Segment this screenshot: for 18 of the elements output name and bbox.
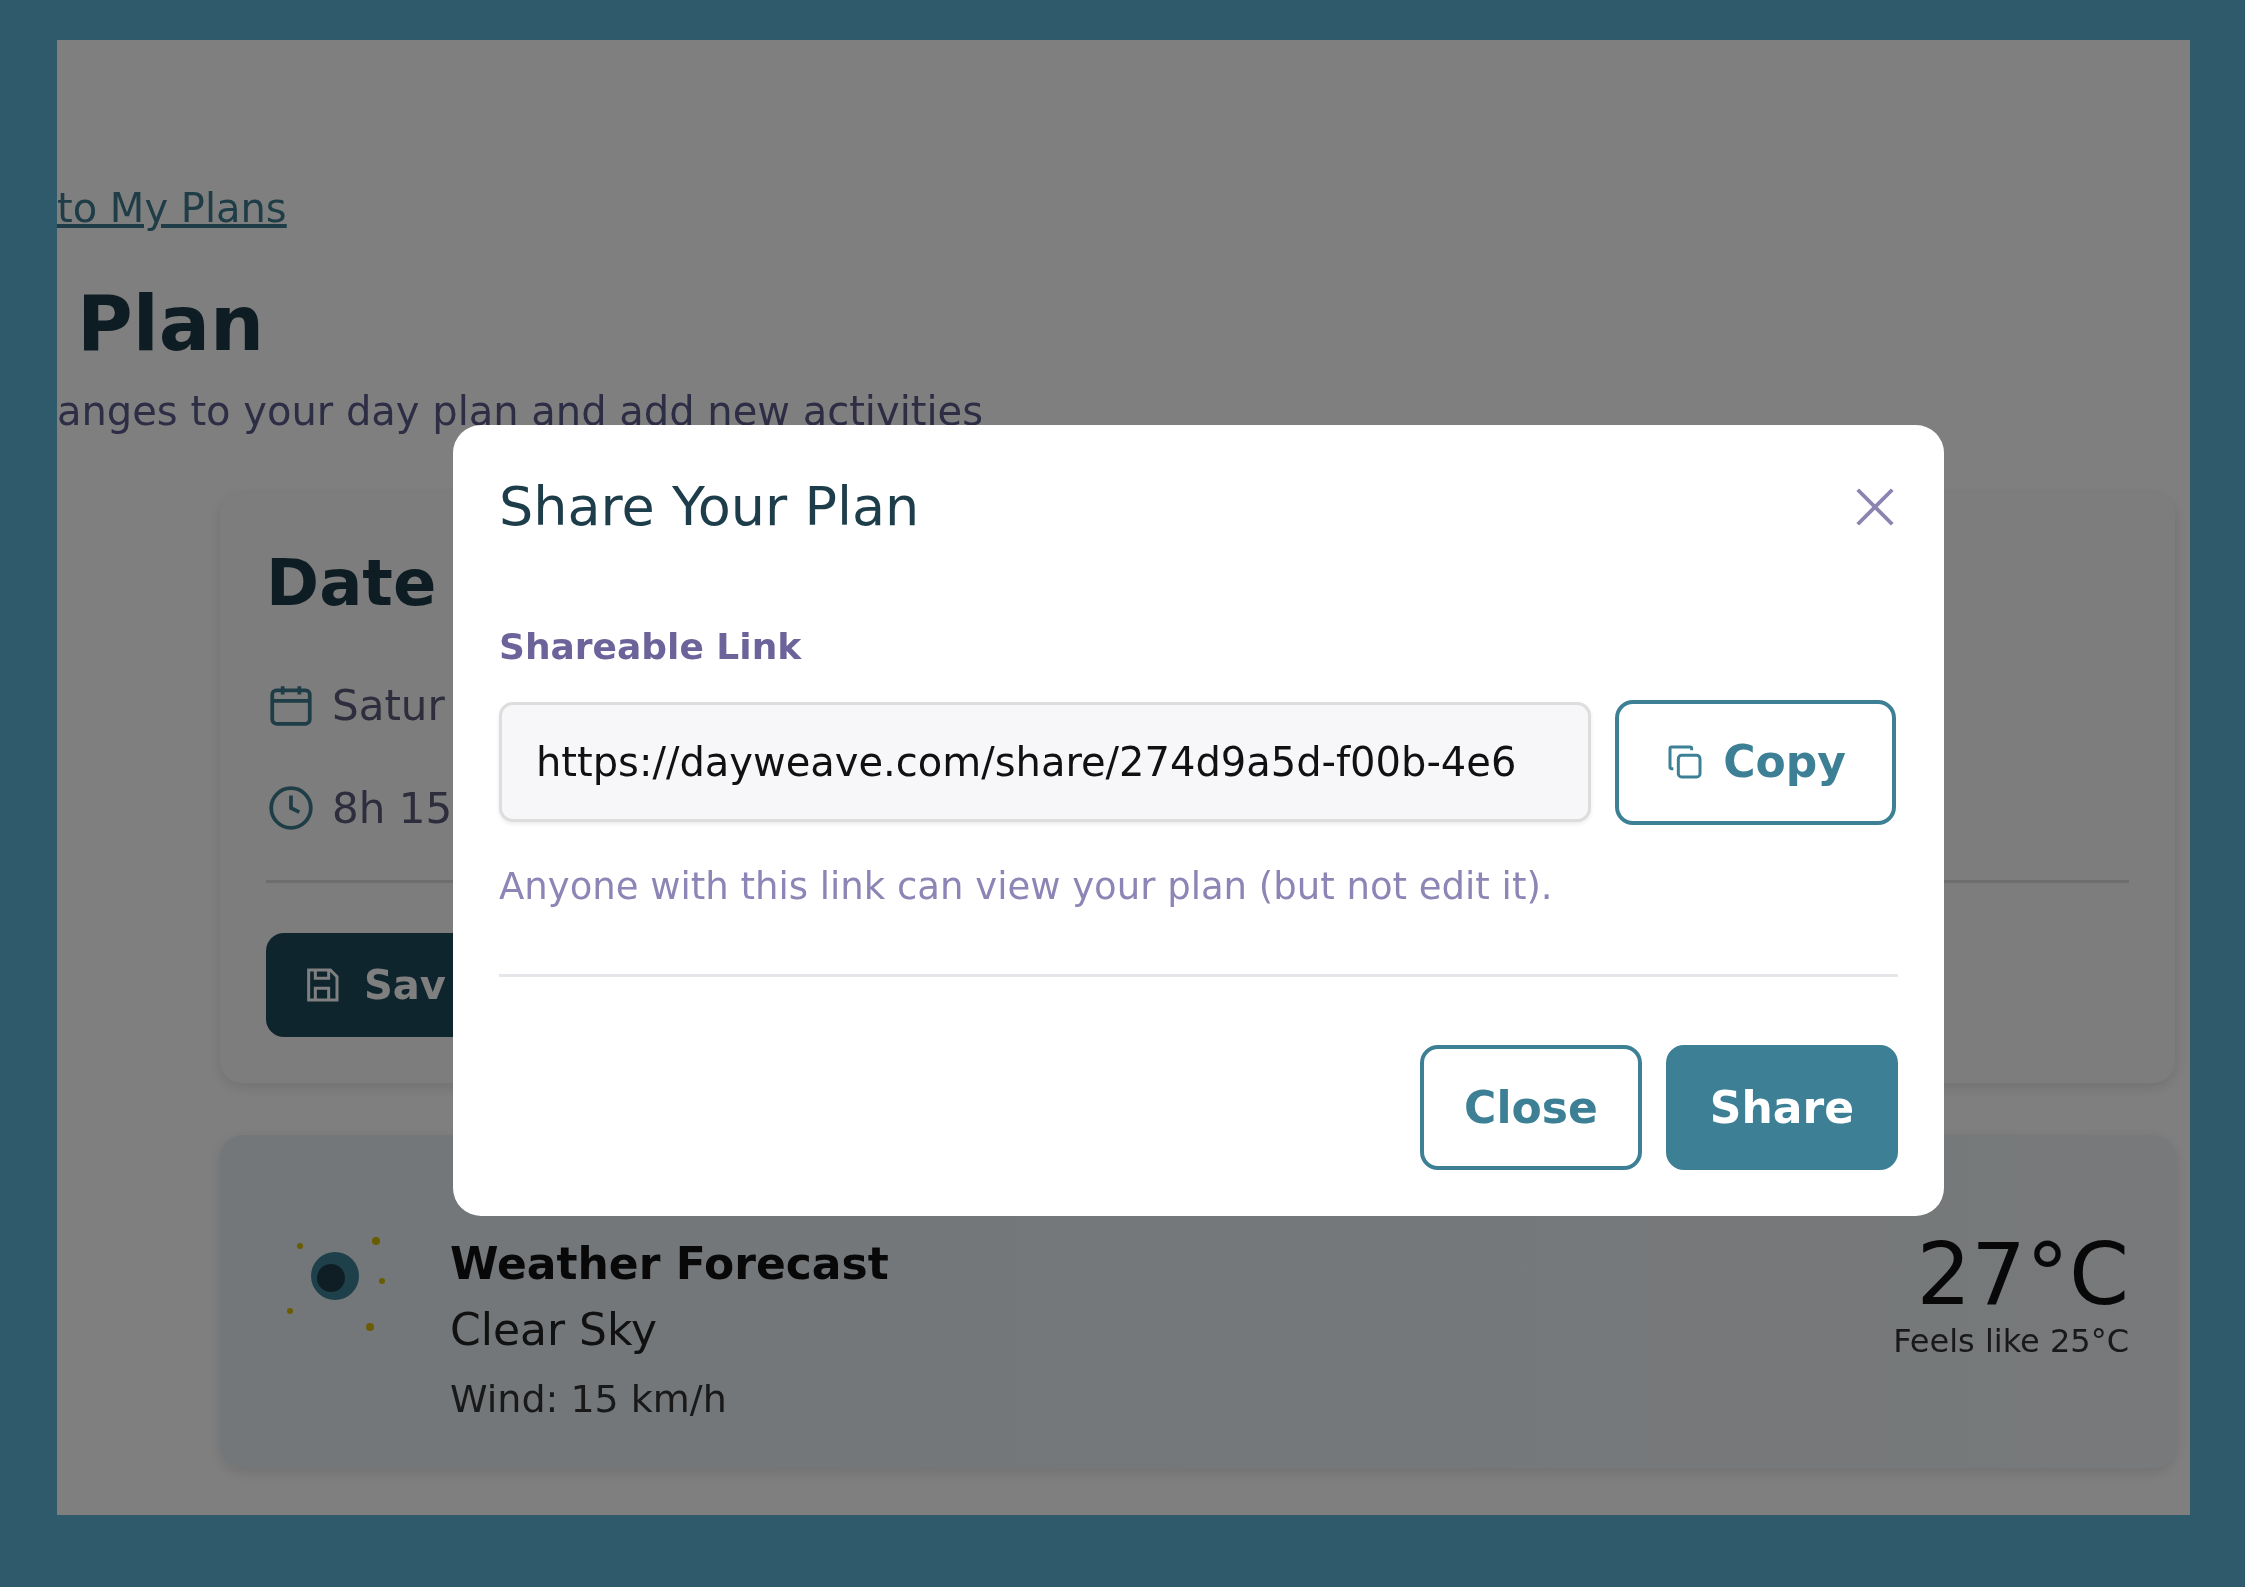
primary-button[interactable]: Share	[1665, 1045, 1898, 1171]
link-field[interactable]: https://dayweave.com/share/274d9a5d-f00b-4e6	[499, 702, 1591, 823]
back-link[interactable]: to My Plans	[57, 178, 287, 238]
plan-duration: 8h 15	[332, 783, 453, 835]
secondary-button[interactable]: Close	[1420, 1045, 1642, 1171]
page-title: Plan	[77, 278, 266, 370]
plan-date: Satur	[332, 680, 445, 732]
dialog-title: Share Your Plan	[499, 475, 920, 540]
page-subtitle: anges to your day plan and add new activities	[57, 387, 984, 437]
temperature: 27°C	[1915, 1231, 2129, 1317]
feels-like: Feels like 25°C	[1893, 1321, 2129, 1362]
weather-condition: Clear Sky	[450, 1303, 658, 1357]
hint-text: Anyone with this link can view your plan (but not edit it).	[499, 863, 1554, 910]
weather-title: Weather Forecast	[450, 1237, 890, 1291]
plan-title: Date	[266, 545, 437, 622]
wind-speed: Wind: 15 km/h	[450, 1376, 728, 1423]
copy-button[interactable]: Copy	[1615, 699, 1896, 825]
field-label: Shareable Link	[499, 624, 803, 669]
